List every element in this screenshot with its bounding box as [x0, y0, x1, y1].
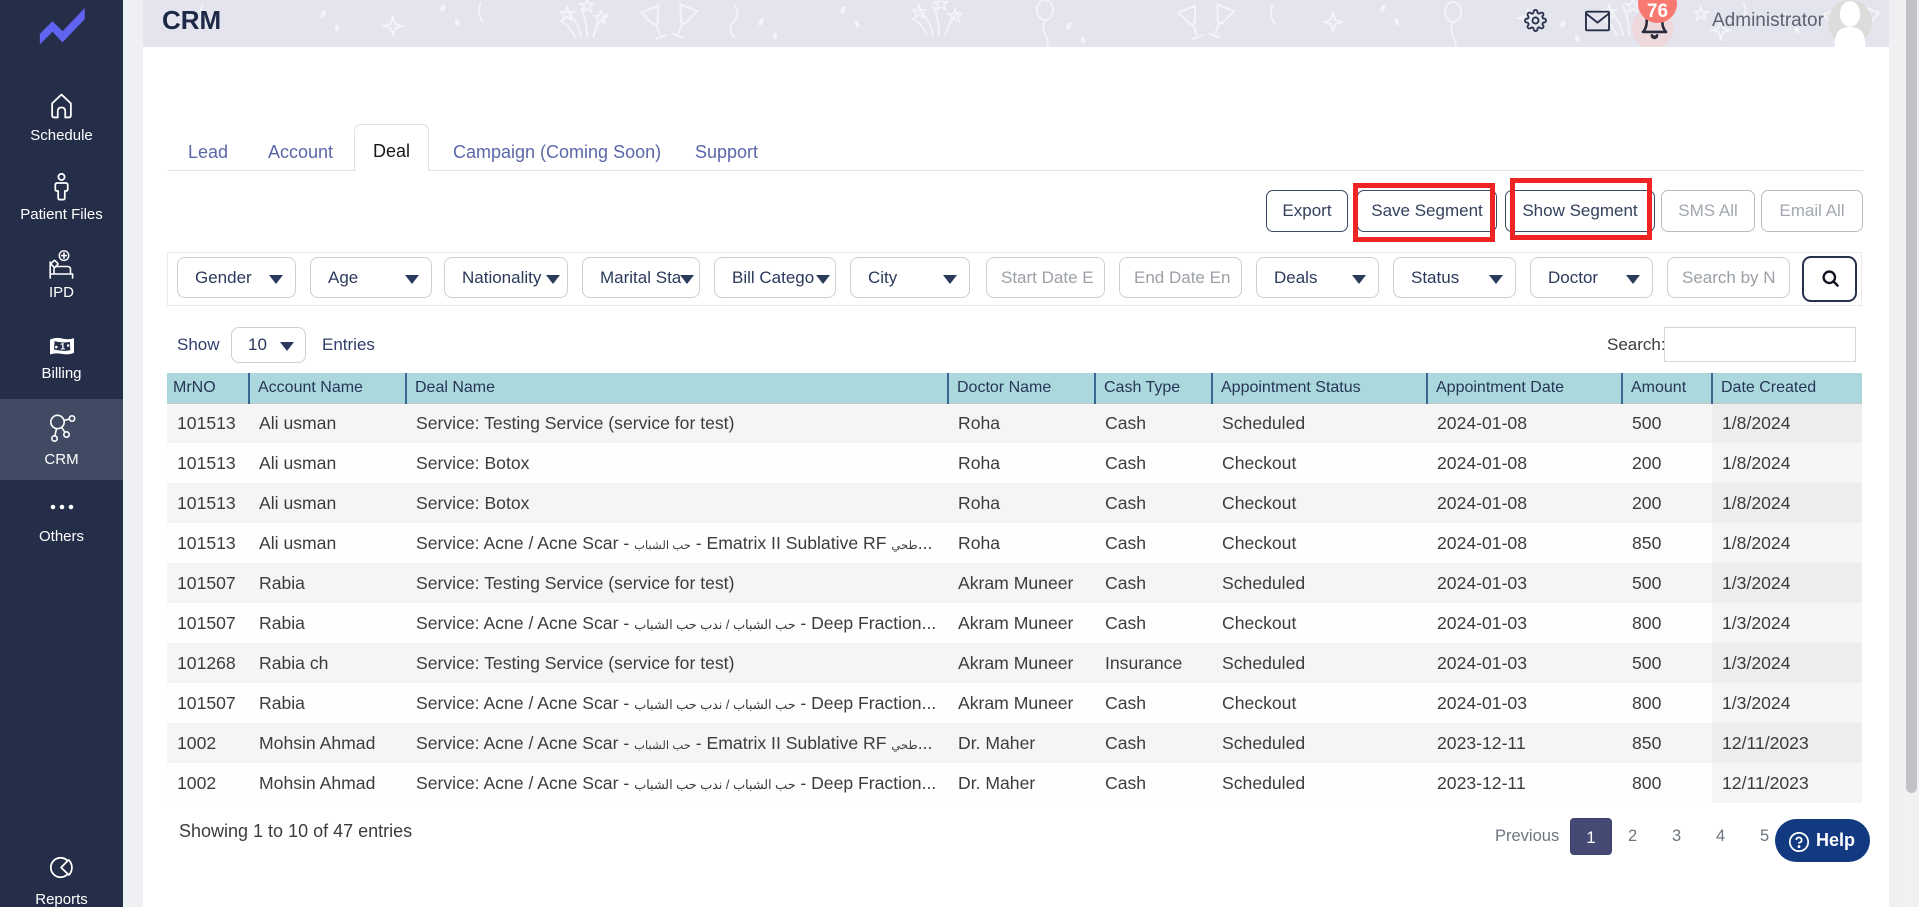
svg-text:1: 1 [60, 342, 66, 353]
